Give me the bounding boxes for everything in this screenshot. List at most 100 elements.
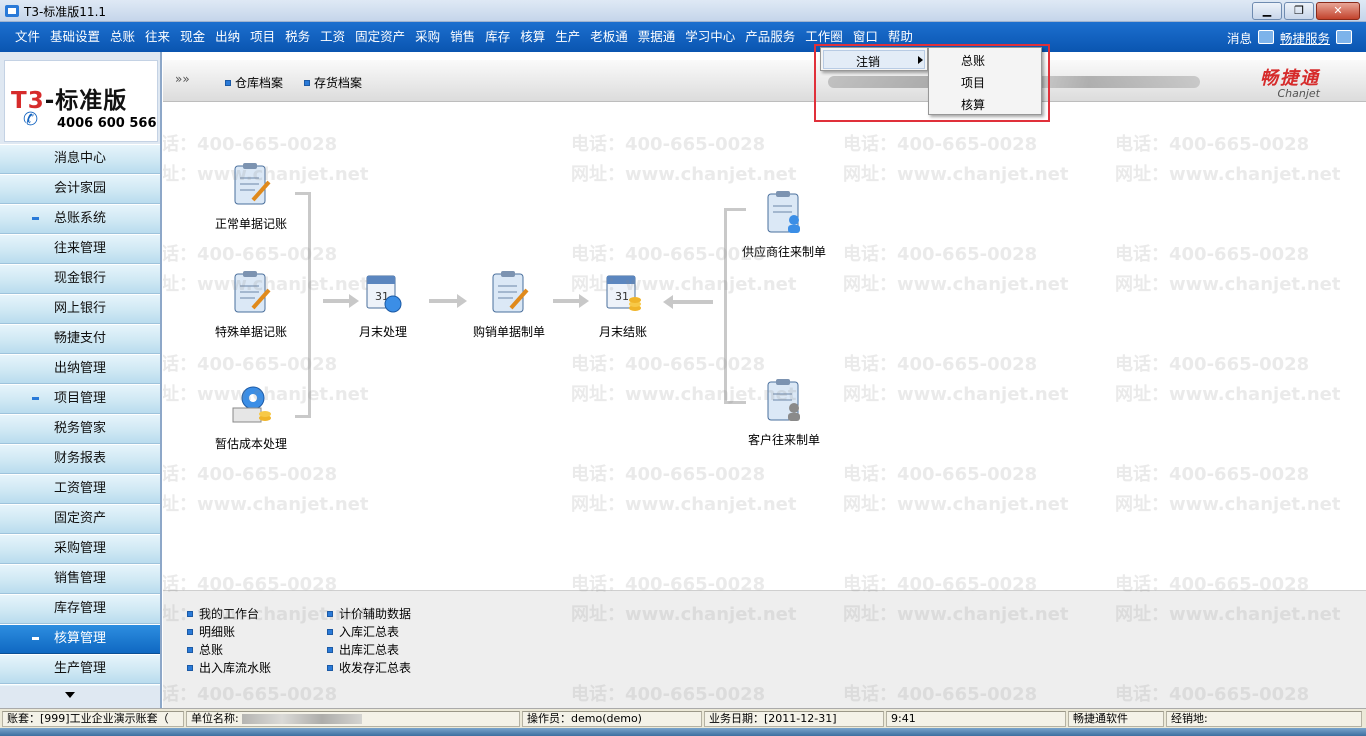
bullet-icon [187,610,193,617]
sidebar-item[interactable]: 固定资产 [0,504,160,534]
sidebar-item-label: 项目管理 [53,391,106,406]
sidebar-item-label: 销售管理 [53,571,106,586]
quick-link[interactable]: 出库汇总表 [327,641,399,658]
sidebar-item[interactable]: 财务报表 [0,444,160,474]
clipboard-pen-icon [492,271,529,313]
purchase-sales-voucher-node[interactable]: 购销单据制单 [469,268,549,340]
menu-item[interactable]: 总账 [105,22,140,52]
arrow-right [553,294,589,308]
special-posting-node[interactable]: 特殊单据记账 [211,268,291,340]
chanjet-service-link[interactable]: 畅捷服务 [1280,28,1330,47]
sidebar-item[interactable]: 总账系统 [0,204,160,234]
news-link[interactable]: 消息 [1227,28,1252,47]
menu-item[interactable]: 核算 [515,22,550,52]
normal-posting-node[interactable]: 正常单据记账 [211,160,291,232]
sidebar-item[interactable]: 库存管理 [0,594,160,624]
chat-icon [1257,30,1274,44]
sidebar-item-label: 总账系统 [53,211,106,226]
menu-item[interactable]: 税务 [280,22,315,52]
app-icon [5,5,19,17]
sidebar-item-label: 网上银行 [53,301,106,316]
status-business-date: 业务日期：[2011-12-31] [704,711,884,727]
bullet-icon [327,610,333,617]
close-button[interactable]: ✕ [1316,2,1360,20]
bullet-icon [32,217,39,220]
window-icon[interactable] [1336,30,1352,44]
quick-link[interactable]: 明细账 [187,623,235,640]
gear-coins-icon [232,386,271,423]
bullet-icon [304,79,310,86]
menu-item[interactable]: 生产 [550,22,585,52]
menu-item[interactable]: 学习中心 [680,22,740,52]
expand-chevron-icon[interactable]: »» [175,72,190,86]
month-end-close-node[interactable]: 31 月末结账 [593,268,653,340]
sidebar-item[interactable]: 现金银行 [0,264,160,294]
sidebar-item[interactable]: 项目管理 [0,384,160,414]
quick-link[interactable]: 我的工作台 [187,605,259,622]
menu-item[interactable]: 文件 [10,22,45,52]
menu-item[interactable]: 基础设置 [45,22,105,52]
sidebar-item-label: 核算管理 [53,631,106,646]
menu-item[interactable]: 产品服务 [740,22,800,52]
menu-item[interactable]: 出纳 [210,22,245,52]
sidebar-item[interactable]: 销售管理 [0,564,160,594]
window-controls: ▁ ❐ ✕ [1252,2,1360,20]
quick-link[interactable]: 收发存汇总表 [327,659,411,676]
bullet-icon [327,664,333,671]
quick-link[interactable]: 计价辅助数据 [327,605,411,622]
menu-item[interactable]: 库存 [480,22,515,52]
menu-item[interactable]: 项目 [245,22,280,52]
sidebar-item[interactable]: 畅捷支付 [0,324,160,354]
bullet-icon [187,664,193,671]
bullet-icon [187,646,193,653]
restore-button[interactable]: ❐ [1284,2,1314,20]
menu-item[interactable]: 工资 [315,22,350,52]
menu-item[interactable]: 老板通 [585,22,633,52]
left-bracket-connector [295,192,311,418]
status-account: 账套：[999]工业企业演示账套（ [2,711,184,727]
menu-item[interactable]: 销售 [445,22,480,52]
status-operator: 操作员：demo(demo) [522,711,702,727]
sidebar-item[interactable]: 生产管理 [0,654,160,684]
sidebar-item[interactable]: 会计家园 [0,174,160,204]
sidebar-item[interactable]: 采购管理 [0,534,160,564]
sidebar-scroll-down[interactable] [0,686,160,708]
brand-logo: 畅捷通 Chanjet [1260,68,1320,100]
sidebar-item[interactable]: 出纳管理 [0,354,160,384]
sidebar-item-label: 往来管理 [53,241,106,256]
window-title: T3-标准版11.1 [24,5,107,19]
phone-icon: ✆ [23,109,39,130]
sidebar-item[interactable]: 工资管理 [0,474,160,504]
sidebar-item[interactable]: 核算管理 [0,624,160,654]
quick-link[interactable]: 入库汇总表 [327,623,399,640]
menu-item[interactable]: 固定资产 [350,22,410,52]
menu-item[interactable]: 票据通 [633,22,681,52]
quick-link[interactable]: 总账 [187,641,223,658]
sidebar-item[interactable]: 税务管家 [0,414,160,444]
menu-item[interactable]: 往来 [140,22,175,52]
quick-link[interactable]: 出入库流水账 [187,659,271,676]
bullet-icon [327,646,333,653]
menu-item[interactable]: 采购 [410,22,445,52]
clipboard-user-icon [767,379,800,421]
sidebar-item-label: 畅捷支付 [53,331,106,346]
month-end-process-node[interactable]: 31 月末处理 [353,268,413,340]
warehouse-archive-link[interactable]: 仓库档案 [225,74,283,91]
toolbar: »» 仓库档案 存货档案 畅捷通 Chanjet [163,60,1366,102]
sidebar-item[interactable]: 网上银行 [0,294,160,324]
supplier-voucher-node[interactable]: 供应商往来制单 [739,188,829,260]
menu-bar: 文件 基础设置 总账 往来 现金 出纳 项目 税务 工资 固定资产 采购 销售 库存 核算 生产 老板通 票据通… [0,22,1366,52]
sidebar-item[interactable]: 消息中心 [0,144,160,174]
sidebar-item[interactable]: 往来管理 [0,234,160,264]
estimated-cost-node[interactable]: 暂估成本处理 [209,380,293,452]
inventory-archive-link[interactable]: 存货档案 [304,74,362,91]
sidebar-item-label: 出纳管理 [53,361,106,376]
customer-voucher-node[interactable]: 客户往来制单 [739,376,829,448]
status-time: 9:41 [886,711,1066,727]
title-bar: T3-标准版11.1 ▁ ❐ ✕ [0,0,1366,22]
arrow-left [663,295,713,309]
menu-item[interactable]: 现金 [175,22,210,52]
status-vendor: 畅捷通软件 [1068,711,1164,727]
minimize-button[interactable]: ▁ [1252,2,1282,20]
clipboard-pen-icon [234,163,271,205]
